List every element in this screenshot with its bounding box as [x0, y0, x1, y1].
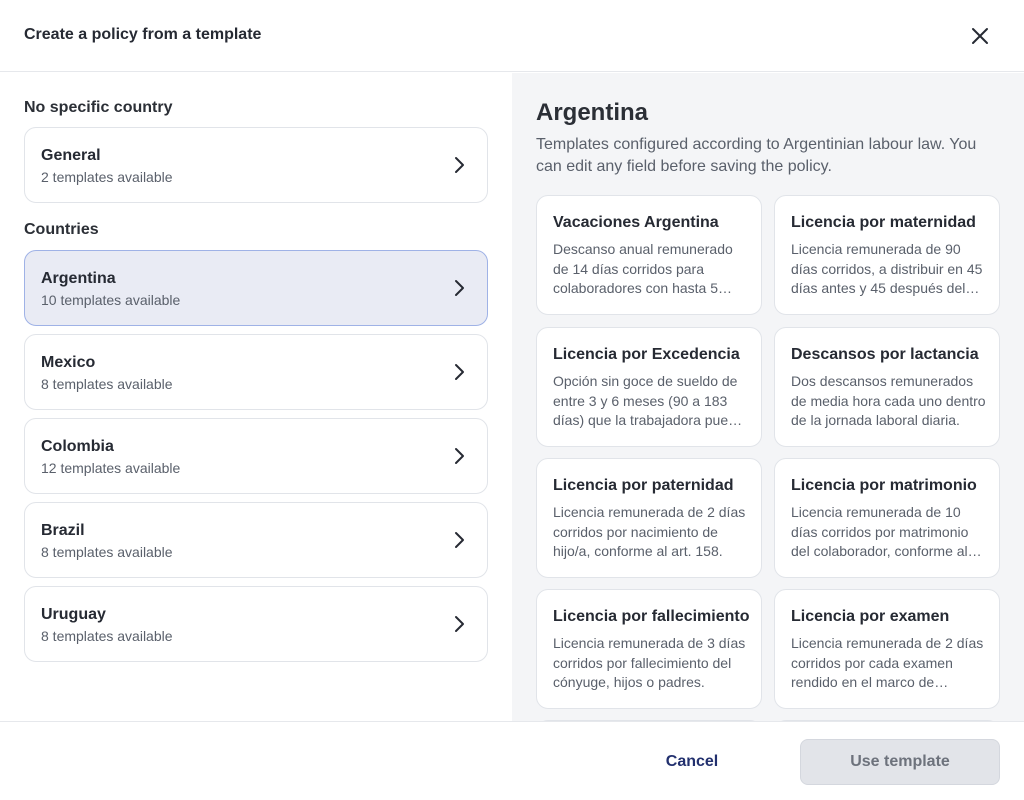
- template-title: Vacaciones Argentina: [553, 214, 719, 231]
- chevron-right-icon: [455, 448, 464, 464]
- template-panel: Argentina Templates configured according…: [512, 73, 1024, 721]
- option-name: Colombia: [41, 438, 114, 455]
- country-title: Argentina: [536, 99, 649, 126]
- template-title: Licencia por Excedencia: [553, 346, 740, 363]
- countries-label: Countries: [24, 221, 99, 238]
- cancel-button[interactable]: Cancel: [652, 739, 732, 785]
- country-option-colombia[interactable]: Colombia 12 templates available: [24, 418, 488, 494]
- option-count: 8 templates available: [41, 376, 173, 392]
- chevron-right-icon: [455, 364, 464, 380]
- country-option-mexico[interactable]: Mexico 8 templates available: [24, 334, 488, 410]
- option-name: Mexico: [41, 354, 96, 371]
- modal-title: Create a policy from a template: [24, 26, 262, 43]
- chevron-right-icon: [455, 157, 464, 173]
- no-country-label: No specific country: [24, 99, 173, 116]
- template-card[interactable]: Descansos por lactancia Dos descansos re…: [774, 327, 1000, 447]
- template-card[interactable]: Licencia por matrimonio Licencia remuner…: [774, 458, 1000, 578]
- template-card[interactable]: Licencia por examen Licencia remunerada …: [774, 589, 1000, 709]
- template-title: Descansos por lactancia: [791, 346, 979, 363]
- template-card[interactable]: Licencia por Excedencia Opción sin goce …: [536, 327, 762, 447]
- template-description: Licencia remunerada de 2 días corridos p…: [791, 635, 984, 690]
- option-count: 12 templates available: [41, 460, 181, 476]
- template-title: Licencia por paternidad: [553, 477, 734, 494]
- country-description: Templates configured according to Argent…: [536, 136, 977, 175]
- country-option-argentina[interactable]: Argentina 10 templates available: [24, 250, 488, 326]
- use-template-button[interactable]: Use template: [800, 739, 1000, 785]
- option-count: 8 templates available: [41, 544, 173, 560]
- close-button[interactable]: [964, 20, 996, 52]
- template-title: Licencia por fallecimiento: [553, 608, 750, 625]
- template-description: Licencia remunerada de 90 días corridos,…: [791, 241, 983, 296]
- template-description: Licencia remunerada de 10 días corridos …: [791, 504, 969, 559]
- template-description: Descanso anual remunerado de 14 días cor…: [553, 241, 733, 296]
- modal-footer: Cancel Use template: [0, 721, 1024, 800]
- close-icon: [972, 28, 988, 44]
- option-name: Brazil: [41, 522, 85, 539]
- template-title: Licencia por matrimonio: [791, 477, 977, 494]
- create-policy-modal: Create a policy from a template No speci…: [0, 0, 1024, 800]
- template-card[interactable]: Licencia por maternidad Licencia remuner…: [774, 195, 1000, 315]
- chevron-right-icon: [455, 280, 464, 296]
- country-option-brazil[interactable]: Brazil 8 templates available: [24, 502, 488, 578]
- template-description: Licencia remunerada de 2 días corridos p…: [553, 504, 746, 559]
- general-option[interactable]: General 2 templates available: [24, 127, 488, 203]
- option-count: 10 templates available: [41, 292, 181, 308]
- chevron-right-icon: [455, 616, 464, 632]
- template-card[interactable]: Licencia por fallecimiento Licencia remu…: [536, 589, 762, 709]
- template-description: Dos descansos remunerados de media hora …: [791, 373, 986, 428]
- option-name: Argentina: [41, 270, 116, 287]
- template-description: Opción sin goce de sueldo de entre 3 y 6…: [553, 373, 744, 428]
- template-title: Licencia por examen: [791, 608, 950, 625]
- option-name: General: [41, 147, 101, 164]
- template-description: Licencia remunerada de 3 días corridos p…: [553, 635, 746, 690]
- template-card[interactable]: Licencia por paternidad Licencia remuner…: [536, 458, 762, 578]
- option-count: 2 templates available: [41, 169, 173, 185]
- chevron-right-icon: [455, 532, 464, 548]
- country-list-panel: No specific country General 2 templates …: [0, 73, 512, 721]
- option-count: 8 templates available: [41, 628, 173, 644]
- template-card[interactable]: Vacaciones Argentina Descanso anual remu…: [536, 195, 762, 315]
- country-option-uruguay[interactable]: Uruguay 8 templates available: [24, 586, 488, 662]
- option-name: Uruguay: [41, 606, 106, 623]
- template-title: Licencia por maternidad: [791, 214, 976, 231]
- modal-header: Create a policy from a template: [0, 0, 1024, 72]
